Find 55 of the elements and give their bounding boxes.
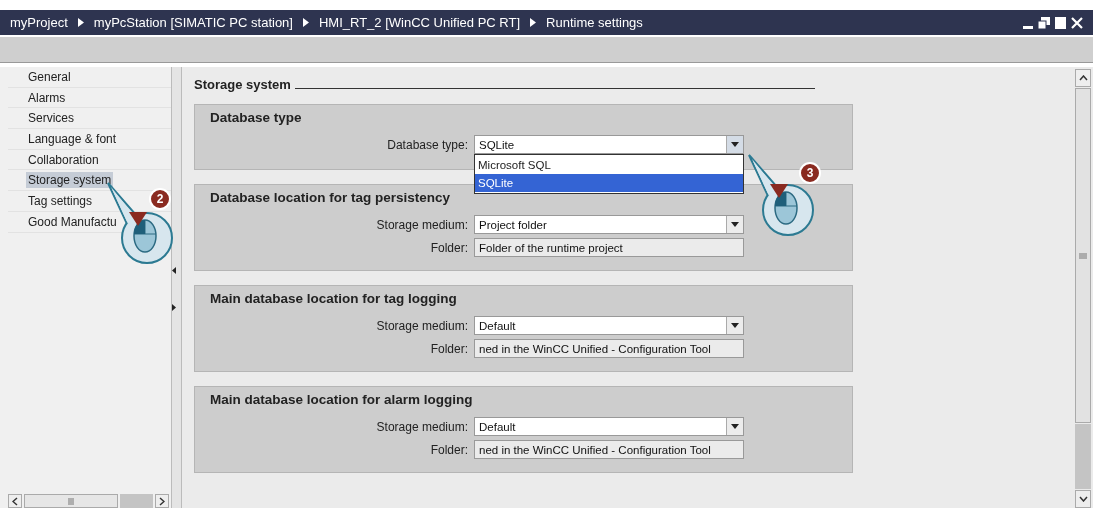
- scroll-down-button[interactable]: [1075, 490, 1091, 508]
- group-title: Database type: [210, 110, 302, 125]
- field-label: Storage medium:: [375, 217, 468, 232]
- field-label: Folder:: [429, 240, 468, 255]
- dropdown[interactable]: Default: [474, 417, 744, 436]
- breadcrumb-item[interactable]: myProject: [10, 15, 68, 30]
- caret-icon: [731, 142, 739, 147]
- sidebar-item[interactable]: Language & font: [26, 130, 119, 147]
- readonly-field: Folder of the runtime project: [474, 238, 744, 257]
- caret-icon: [731, 424, 739, 429]
- collapse-arrow-icon[interactable]: [172, 267, 176, 274]
- dropdown[interactable]: SQLite: [474, 135, 744, 154]
- breadcrumb-item[interactable]: HMI_RT_2 [WinCC Unified PC RT]: [318, 15, 521, 30]
- restore-icon[interactable]: [1038, 16, 1050, 29]
- dropdown[interactable]: Default: [474, 316, 744, 335]
- close-icon[interactable]: [1071, 16, 1083, 29]
- sidebar-item[interactable]: Tag settings: [26, 192, 95, 209]
- breadcrumb-arrow-icon: [530, 18, 537, 27]
- expand-arrow-icon[interactable]: [172, 304, 176, 311]
- group-title: Database location for tag persistency: [210, 190, 451, 205]
- chevron-left-icon: [12, 496, 18, 506]
- group-title: Main database location for alarm logging: [210, 392, 473, 407]
- caret-icon: [731, 222, 739, 227]
- breadcrumb-arrow-icon: [77, 18, 84, 27]
- readonly-field: ned in the WinCC Unified - Configuration Tool: [474, 339, 744, 358]
- dropdown[interactable]: Project folder: [474, 215, 744, 234]
- sidebar-item[interactable]: Good Manufactu: [26, 213, 119, 230]
- breadcrumb-item[interactable]: Runtime settings: [546, 15, 643, 30]
- sidebar-item[interactable]: Alarms: [26, 89, 68, 106]
- scroll-up-button[interactable]: [1075, 69, 1091, 87]
- field-label: Folder:: [429, 341, 468, 356]
- field-label: Storage medium:: [375, 419, 468, 434]
- group-title: Main database location for tag logging: [210, 291, 457, 306]
- scroll-right-button[interactable]: [155, 494, 169, 508]
- breadcrumb-arrow-icon: [302, 18, 309, 27]
- field-label: Folder:: [429, 442, 468, 457]
- sidebar-item[interactable]: Services: [26, 110, 76, 127]
- field-label: Database type:: [386, 137, 468, 152]
- chevron-right-icon: [159, 496, 165, 506]
- chevron-down-icon: [1078, 496, 1088, 502]
- scrollbar-track[interactable]: [120, 494, 153, 508]
- scrollbar-thumb[interactable]: [1075, 88, 1091, 423]
- chevron-up-icon: [1078, 75, 1088, 81]
- dropdown-option[interactable]: SQLite: [475, 174, 743, 192]
- page-heading: Storage system: [194, 77, 292, 92]
- sidebar-item[interactable]: General: [26, 68, 73, 85]
- readonly-field: ned in the WinCC Unified - Configuration Tool: [474, 440, 744, 459]
- sidebar-item[interactable]: Storage system: [26, 172, 114, 189]
- scroll-left-button[interactable]: [8, 494, 22, 508]
- maximize-icon[interactable]: [1055, 16, 1066, 29]
- breadcrumb-item[interactable]: myPcStation [SIMATIC PC station]: [93, 15, 293, 30]
- sidebar-item[interactable]: Collaboration: [26, 151, 101, 168]
- scrollbar-thumb[interactable]: [24, 494, 118, 508]
- field-label: Storage medium:: [375, 318, 468, 333]
- caret-icon: [731, 323, 739, 328]
